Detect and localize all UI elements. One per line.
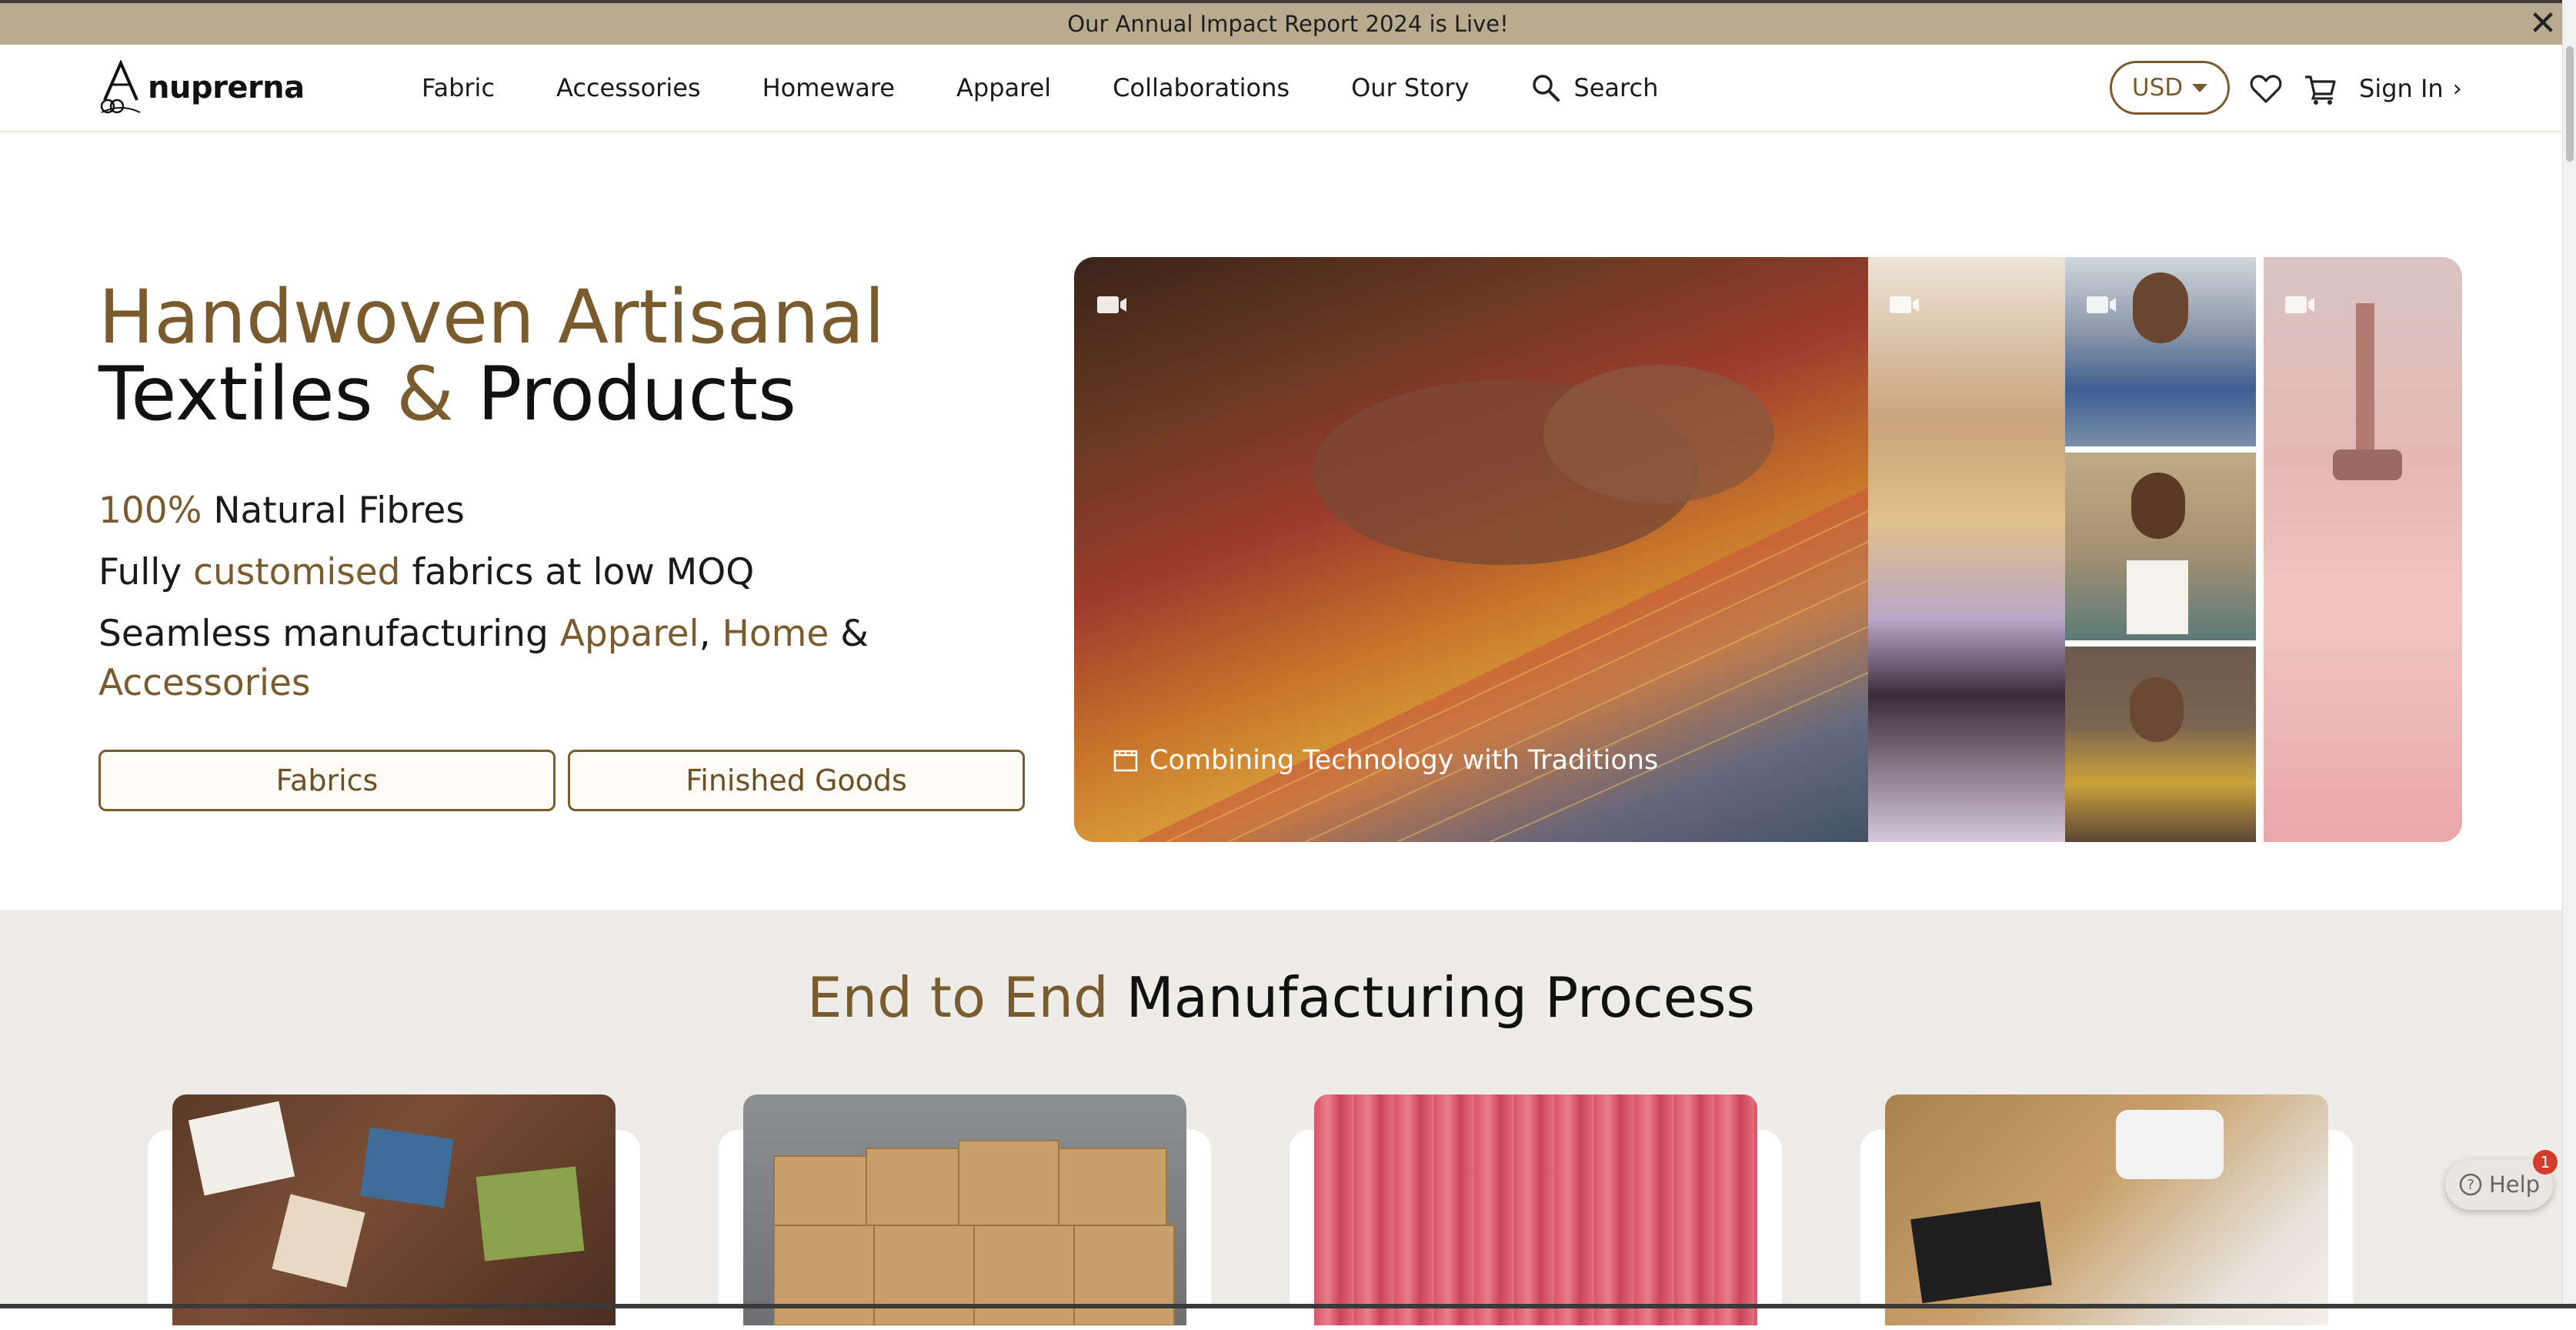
wishlist-heart-icon[interactable]	[2249, 72, 2283, 106]
artisan-photo-2[interactable]	[2065, 453, 2256, 640]
main-nav: Fabric Accessories Homeware Apparel Coll…	[422, 45, 1658, 131]
nav-accessories[interactable]: Accessories	[556, 73, 701, 102]
help-label: Help	[2488, 1171, 2541, 1198]
announcement-bar: Our Annual Impact Report 2024 is Live! ✕	[0, 0, 2576, 45]
question-circle-icon: ?	[2459, 1173, 2482, 1196]
search-button[interactable]: Search	[1530, 72, 1658, 103]
sewing-machine	[2116, 1110, 2224, 1179]
nav-collaborations[interactable]: Collaborations	[1113, 73, 1290, 102]
page-scrollbar[interactable]	[2562, 0, 2576, 1308]
window-bottom-edge	[0, 1304, 2576, 1308]
site-header: nuprerna Fabric Accessories Homeware App…	[0, 45, 2562, 132]
svg-text:?: ?	[2467, 1177, 2474, 1193]
cart-icon[interactable]	[2304, 72, 2337, 106]
process-section: End to End Manufacturing Process	[0, 910, 2562, 1330]
video-icon	[2087, 296, 2116, 313]
hero-title-line1: Handwoven Artisanal	[98, 274, 885, 360]
weaving-video-tile[interactable]: Combining Technology with Traditions	[1074, 257, 1868, 842]
finished-goods-button[interactable]: Finished Goods	[568, 750, 1025, 811]
artisan-portrait	[2130, 677, 2184, 742]
hero-title-line2: Textiles & Products	[98, 351, 796, 437]
swatch	[360, 1127, 454, 1208]
announcement-text[interactable]: Our Annual Impact Report 2024 is Live!	[1067, 11, 1509, 37]
nav-homeware[interactable]: Homeware	[762, 73, 895, 102]
artisan-photo-3[interactable]	[2065, 647, 2256, 842]
sewing-machine-tile[interactable]	[2264, 257, 2462, 842]
brand-logo[interactable]: nuprerna	[98, 58, 305, 117]
help-button[interactable]: ? Help 1	[2445, 1150, 2558, 1210]
feature-natural-fibres: 100% Natural Fibres	[98, 490, 465, 532]
currency-value: USD	[2131, 74, 2184, 102]
chevron-right-icon: ›	[2452, 75, 2462, 102]
artisan-portrait	[2133, 272, 2188, 343]
nav-our-story[interactable]: Our Story	[1351, 73, 1469, 102]
hero-features: 100% Natural Fibres Fully customised fab…	[98, 486, 983, 720]
swatch	[272, 1194, 365, 1288]
video-icon	[1097, 296, 1126, 313]
nav-fabric[interactable]: Fabric	[422, 73, 495, 102]
currency-selector[interactable]: USD	[2110, 61, 2230, 115]
swatch	[188, 1101, 295, 1196]
clapperboard-icon	[1113, 750, 1138, 772]
process-card-shipping-boxes[interactable]	[743, 1094, 1186, 1325]
nav-apparel[interactable]: Apparel	[956, 73, 1051, 102]
close-icon[interactable]: ✕	[2525, 6, 2561, 42]
process-card-dyed-fabric[interactable]	[1314, 1094, 1757, 1325]
natural-dye-tile[interactable]	[1868, 257, 2065, 842]
process-card-fabric-swatches[interactable]	[172, 1094, 616, 1325]
brand-name: nuprerna	[148, 70, 305, 105]
hero-title: Handwoven Artisanal Textiles & Products	[98, 279, 885, 433]
fabric-piece	[1910, 1201, 2052, 1304]
process-card-tailoring[interactable]	[1885, 1094, 2328, 1325]
artisan-photo-1[interactable]	[2065, 257, 2256, 446]
sign-in-link[interactable]: Sign In ›	[2359, 66, 2462, 111]
feature-customised: Fully customised fabrics at low MOQ	[98, 551, 755, 593]
hero-media-gallery[interactable]: Combining Technology with Traditions	[1074, 257, 2462, 842]
search-icon	[1533, 75, 1560, 102]
process-title: End to End Manufacturing Process	[807, 965, 1755, 1030]
caret-down-icon	[2192, 83, 2208, 92]
notification-badge: 1	[2533, 1150, 2558, 1175]
feature-manufacturing: Seamless manufacturing Apparel, Home & Ac…	[98, 613, 869, 704]
fabrics-button[interactable]: Fabrics	[98, 750, 556, 811]
media-caption: Combining Technology with Traditions	[1113, 745, 1658, 776]
search-label: Search	[1573, 73, 1659, 102]
sign-board	[2127, 560, 2188, 634]
swatch	[475, 1166, 585, 1261]
media-caption-text: Combining Technology with Traditions	[1150, 745, 1659, 776]
sign-in-label: Sign In	[2359, 74, 2444, 103]
nuprerna-logo-icon	[100, 60, 141, 114]
video-icon	[1890, 296, 1919, 313]
scrollbar-thumb[interactable]	[2566, 46, 2574, 162]
artisan-portrait	[2131, 473, 2185, 539]
